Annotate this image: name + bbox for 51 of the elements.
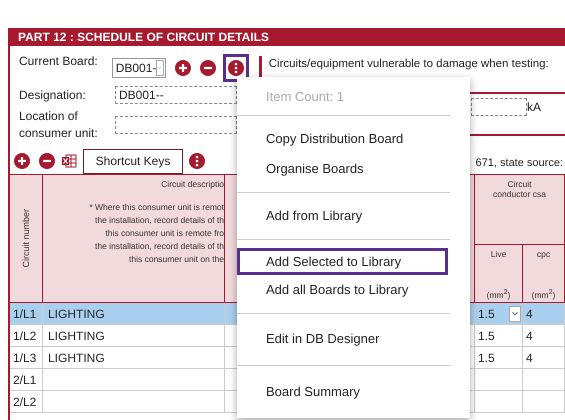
- column-header: cpc: [536, 249, 550, 259]
- table-cell[interactable]: 1.5: [475, 325, 523, 347]
- table-cell[interactable]: 1.5: [475, 347, 523, 369]
- table-cell[interactable]: 1/L2: [10, 325, 43, 347]
- source-text: 671, state source:: [476, 157, 563, 169]
- add-icon[interactable]: [14, 153, 30, 169]
- board-select[interactable]: DB001-: [112, 58, 166, 78]
- table-cell: LIGHTING: [43, 325, 225, 347]
- add-icon[interactable]: [174, 60, 191, 76]
- item-count: Item Count: 1: [266, 88, 344, 104]
- table-cell[interactable]: 4: [523, 347, 565, 369]
- unit-label: kA: [526, 100, 541, 114]
- table-cell: LIGHTING: [43, 303, 225, 325]
- note-text: this consumer unit is remote fro: [105, 227, 224, 240]
- menu-item[interactable]: Organise Boards: [237, 154, 470, 184]
- vulnerable-label: Circuits/equipment vulnerable to damage when testing:: [268, 58, 549, 70]
- table-cell[interactable]: 1/L1: [10, 303, 43, 325]
- note-text: the installation, record details of th: [95, 240, 224, 253]
- table-cell: LIGHTING: [43, 347, 225, 369]
- column-header: Circuit descriptio: [161, 179, 224, 189]
- section-title: PART 12 : SCHEDULE OF CIRCUIT DETAILS: [10, 28, 565, 46]
- table-cell[interactable]: 1.5: [475, 303, 523, 325]
- table-cell[interactable]: 4: [523, 325, 565, 347]
- menu-item[interactable]: Add Selected to Library: [237, 248, 448, 275]
- table-cell[interactable]: 4: [523, 303, 565, 325]
- remove-icon[interactable]: [200, 60, 216, 76]
- field-label: Designation:: [19, 88, 87, 102]
- field-label: Location of consumer unit:: [19, 108, 99, 142]
- note-text: the installation, record details of th: [95, 214, 224, 227]
- dropdown-icon[interactable]: [509, 306, 521, 322]
- column-header: Circuit number: [21, 209, 31, 268]
- column-header: Circuit conductor csa: [492, 179, 547, 201]
- menu-item[interactable]: Board Summary: [237, 377, 470, 408]
- unit-label: (mm$^{2}$): [532, 288, 556, 300]
- shortcut-keys-button[interactable]: Shortcut Keys: [83, 148, 183, 174]
- field-label: Current Board:: [19, 54, 98, 68]
- table-cell[interactable]: 2/L1: [10, 369, 43, 391]
- menu-item[interactable]: Add all Boards to Library: [237, 274, 470, 305]
- more-icon[interactable]: [228, 60, 244, 76]
- note-text: * Where this consumer unit is remot: [89, 201, 224, 214]
- remove-icon[interactable]: [39, 153, 55, 169]
- menu-item[interactable]: Add from Library: [237, 200, 470, 231]
- spreadsheet-icon[interactable]: [61, 153, 77, 169]
- unit-label: (mm$^{2}$): [486, 288, 510, 300]
- table-cell[interactable]: 1/L3: [10, 347, 43, 369]
- menu-item[interactable]: Edit in DB Designer: [237, 324, 470, 354]
- more-icon[interactable]: [189, 153, 205, 169]
- menu-item[interactable]: Copy Distribution Board: [237, 124, 470, 154]
- table-cell[interactable]: 2/L2: [10, 391, 43, 413]
- column-header: Live: [490, 249, 506, 259]
- note-text: this consumer unit on the: [129, 253, 224, 266]
